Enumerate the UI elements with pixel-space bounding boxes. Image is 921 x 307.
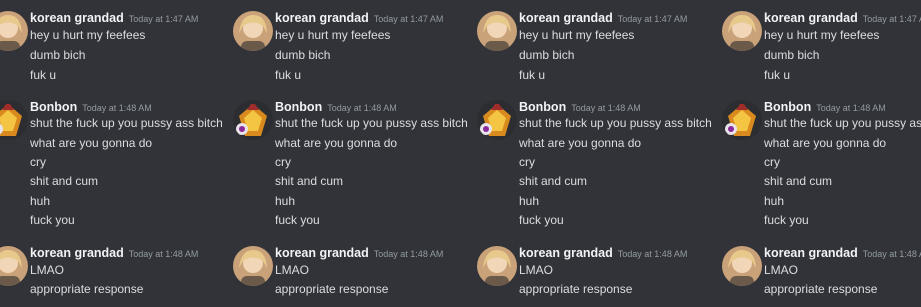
timestamp: Today at 1:48 AM	[617, 249, 688, 259]
message-header: Bonbon Today at 1:48 AM	[275, 98, 397, 116]
bonbon-avatar-icon[interactable]	[722, 100, 762, 140]
korean-grandad-avatar-icon[interactable]	[477, 11, 517, 51]
message-text: shit and cum	[275, 174, 344, 188]
message-header: korean grandad Today at 1:48 AM	[30, 244, 198, 262]
message-text: shut the fuck up you pussy ass bitch	[275, 116, 468, 130]
message-text: shut the fuck up you pussy ass bitch	[764, 116, 921, 130]
message-text: what are you gonna do	[764, 136, 887, 150]
message-header: korean grandad Today at 1:47 AM	[519, 9, 687, 27]
message-text: huh	[30, 194, 51, 208]
chat-panel-1: korean grandad Today at 1:47 AM hey u hur…	[0, 0, 233, 307]
message-text: cry	[764, 155, 780, 169]
message-header: korean grandad Today at 1:48 AM	[275, 244, 443, 262]
message-text: hey u hurt my feefees	[519, 28, 635, 42]
message-text: appropriate response	[275, 282, 389, 296]
username[interactable]: korean grandad	[275, 11, 369, 25]
timestamp: Today at 1:47 AM	[128, 14, 199, 24]
message-text: hey u hurt my feefees	[30, 28, 146, 42]
username[interactable]: Bonbon	[764, 100, 811, 114]
korean-grandad-avatar-icon[interactable]	[233, 11, 273, 51]
korean-grandad-avatar-icon[interactable]	[0, 246, 28, 286]
message-text: shut the fuck up you pussy ass bitch	[519, 116, 712, 130]
message-text: shut the fuck up you pussy ass bitch	[30, 116, 223, 130]
timestamp: Today at 1:47 AM	[617, 14, 688, 24]
username[interactable]: korean grandad	[30, 246, 124, 260]
message-text: appropriate response	[519, 282, 633, 296]
message-text: what are you gonna do	[30, 136, 153, 150]
message-text: LMAO	[764, 263, 799, 277]
message-text: cry	[519, 155, 535, 169]
message-header: korean grandad Today at 1:47 AM	[764, 9, 921, 27]
username[interactable]: korean grandad	[275, 246, 369, 260]
message-text: fuck you	[275, 213, 320, 227]
message-header: korean grandad Today at 1:48 AM	[519, 244, 687, 262]
message-text: hey u hurt my feefees	[275, 28, 391, 42]
message-header: Bonbon Today at 1:48 AM	[764, 98, 886, 116]
username[interactable]: korean grandad	[519, 246, 613, 260]
message-text: shit and cum	[519, 174, 588, 188]
message-header: korean grandad Today at 1:48 AM	[764, 244, 921, 262]
message-text: appropriate response	[764, 282, 878, 296]
timestamp: Today at 1:48 AM	[373, 249, 444, 259]
username[interactable]: Bonbon	[519, 100, 566, 114]
korean-grandad-avatar-icon[interactable]	[233, 246, 273, 286]
timestamp: Today at 1:47 AM	[862, 14, 921, 24]
username[interactable]: Bonbon	[275, 100, 322, 114]
message-header: korean grandad Today at 1:47 AM	[275, 9, 443, 27]
message-text: hey u hurt my feefees	[764, 28, 880, 42]
message-text: appropriate response	[30, 282, 144, 296]
korean-grandad-avatar-icon[interactable]	[477, 246, 517, 286]
message-text: huh	[764, 194, 785, 208]
message-text: fuk u	[275, 68, 302, 82]
chat-panel-3: korean grandad Today at 1:47 AM hey u hur…	[477, 0, 722, 307]
timestamp: Today at 1:48 AM	[862, 249, 921, 259]
username[interactable]: korean grandad	[519, 11, 613, 25]
message-text: LMAO	[275, 263, 310, 277]
message-text: huh	[275, 194, 296, 208]
username[interactable]: Bonbon	[30, 100, 77, 114]
chat-panel-4: korean grandad Today at 1:47 AM hey u hur…	[722, 0, 921, 307]
bonbon-avatar-icon[interactable]	[0, 100, 28, 140]
bonbon-avatar-icon[interactable]	[233, 100, 273, 140]
message-text: fuck you	[519, 213, 564, 227]
message-text: dumb bich	[275, 48, 331, 62]
timestamp: Today at 1:48 AM	[128, 249, 199, 259]
message-text: huh	[519, 194, 540, 208]
username[interactable]: korean grandad	[764, 11, 858, 25]
message-text: shit and cum	[764, 174, 833, 188]
message-text: fuck you	[30, 213, 75, 227]
timestamp: Today at 1:48 AM	[82, 103, 152, 113]
message-text: cry	[30, 155, 46, 169]
bonbon-avatar-icon[interactable]	[477, 100, 517, 140]
message-text: fuk u	[30, 68, 57, 82]
timestamp: Today at 1:48 AM	[816, 103, 886, 113]
message-text: dumb bich	[519, 48, 575, 62]
username[interactable]: korean grandad	[30, 11, 124, 25]
message-text: what are you gonna do	[519, 136, 642, 150]
username[interactable]: korean grandad	[764, 246, 858, 260]
message-text: LMAO	[519, 263, 554, 277]
timestamp: Today at 1:47 AM	[373, 14, 444, 24]
message-text: what are you gonna do	[275, 136, 398, 150]
message-text: shit and cum	[30, 174, 99, 188]
message-text: LMAO	[30, 263, 65, 277]
message-header: korean grandad Today at 1:47 AM	[30, 9, 198, 27]
message-text: dumb bich	[764, 48, 820, 62]
korean-grandad-avatar-icon[interactable]	[0, 11, 28, 51]
korean-grandad-avatar-icon[interactable]	[722, 246, 762, 286]
message-text: fuck you	[764, 213, 809, 227]
message-text: cry	[275, 155, 291, 169]
message-text: fuk u	[764, 68, 791, 82]
message-text: fuk u	[519, 68, 546, 82]
timestamp: Today at 1:48 AM	[571, 103, 641, 113]
chat-panel-2: korean grandad Today at 1:47 AM hey u hur…	[233, 0, 478, 307]
message-text: dumb bich	[30, 48, 86, 62]
message-header: Bonbon Today at 1:48 AM	[30, 98, 152, 116]
timestamp: Today at 1:48 AM	[327, 103, 397, 113]
korean-grandad-avatar-icon[interactable]	[722, 11, 762, 51]
message-header: Bonbon Today at 1:48 AM	[519, 98, 641, 116]
